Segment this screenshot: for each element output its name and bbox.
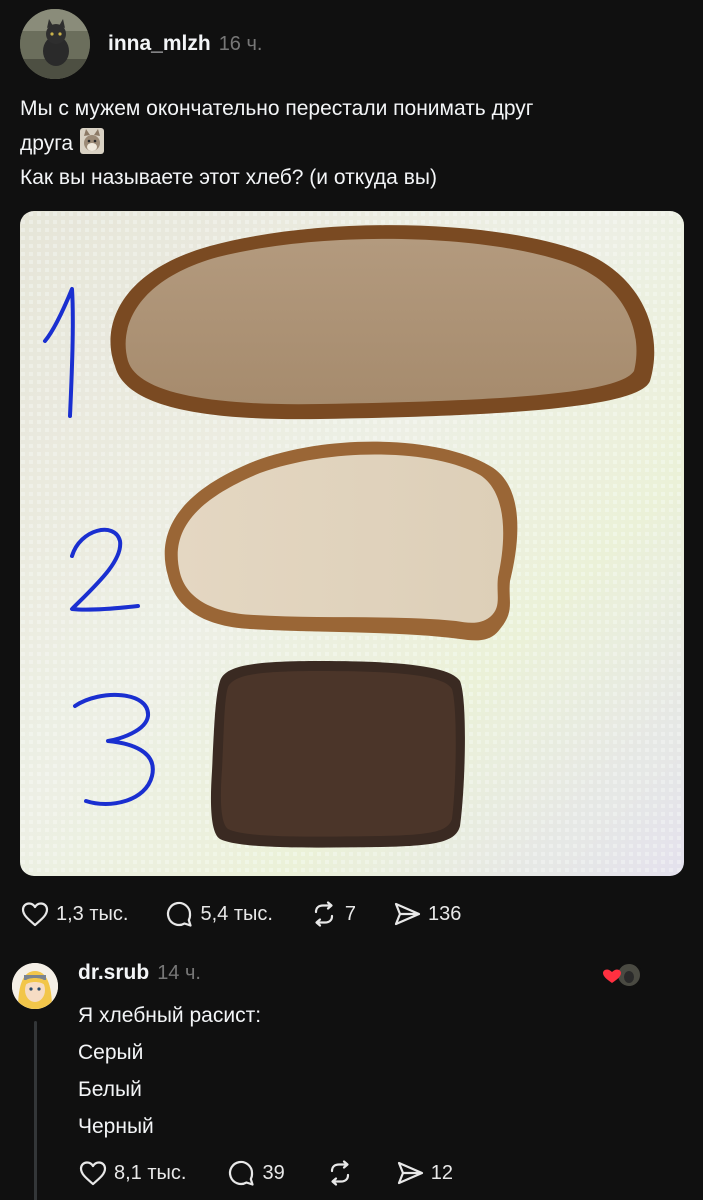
heart-icon (79, 1161, 107, 1186)
post-text: Мы с мужем окончательно перестали понима… (20, 92, 680, 195)
post-photo[interactable] (20, 211, 684, 876)
reply-text-line: Серый (78, 1041, 144, 1064)
post-timestamp: 16 ч. (218, 33, 263, 55)
reply-timestamp: 14 ч. (157, 962, 201, 984)
repost-icon (314, 901, 334, 927)
liked-by-author-icon (603, 962, 642, 988)
liked-by-author-indicator (600, 961, 644, 991)
reply-like-button[interactable]: 8,1 тыс. (78, 1158, 186, 1188)
anime-avatar-icon (12, 963, 58, 1009)
share-icon (397, 1161, 423, 1185)
reply-meta: dr.srub 14 ч. (78, 961, 201, 985)
share-count: 136 (428, 902, 462, 925)
comment-icon (167, 901, 193, 927)
post-header: inna_mlzh 16 ч. (20, 8, 262, 80)
comment-count: 5,4 тыс. (200, 902, 273, 925)
reply-text-line: Белый (78, 1078, 142, 1101)
reply-avatar[interactable] (12, 963, 58, 1009)
repost-count: 7 (344, 902, 357, 925)
post-text-line: Мы с мужем окончательно перестали понима… (20, 97, 534, 120)
repost-button[interactable]: 7 (309, 899, 356, 929)
post-actions: 1,3 тыс. 5,4 тыс. 7 136 (20, 896, 497, 932)
author-username[interactable]: inna_mlzh (108, 32, 211, 56)
repost-icon (330, 1160, 349, 1186)
bread-photo-illustration (20, 211, 684, 876)
reply-repost-button[interactable] (325, 1158, 355, 1188)
cat-emoji-icon (80, 128, 105, 154)
reply-text: Я хлебный расист: Серый Белый Черный (78, 997, 261, 1145)
reply: dr.srub 14 ч. Я хлебный расист: Серый Бе… (0, 955, 703, 1200)
thread-line (34, 1021, 37, 1200)
comment-icon (229, 1160, 255, 1186)
author-avatar[interactable] (20, 9, 90, 79)
like-count: 1,3 тыс. (56, 902, 129, 925)
reply-share-button[interactable]: 12 (395, 1158, 453, 1188)
comment-button[interactable]: 5,4 тыс. (164, 899, 273, 929)
reply-actions: 8,1 тыс. 39 12 (78, 1155, 493, 1191)
reply-username[interactable]: dr.srub (78, 961, 149, 985)
post-text-fragment: друга (20, 132, 74, 155)
reply-text-line: Я хлебный расист: (78, 1004, 262, 1027)
reply-comment-count: 39 (262, 1161, 285, 1184)
like-button[interactable]: 1,3 тыс. (20, 899, 128, 929)
post-text-line-with-emoji: друга (20, 126, 680, 161)
share-button[interactable]: 136 (392, 899, 461, 929)
reply-like-count: 8,1 тыс. (114, 1161, 187, 1184)
share-icon (394, 902, 421, 926)
reply-text-line: Черный (78, 1115, 154, 1138)
cat-avatar-icon (20, 9, 90, 79)
reply-share-count: 12 (430, 1161, 453, 1184)
reply-comment-button[interactable]: 39 (226, 1158, 285, 1188)
post-text-line: Как вы называете этот хлеб? (и откуда вы… (20, 166, 437, 189)
heart-icon (21, 902, 49, 927)
